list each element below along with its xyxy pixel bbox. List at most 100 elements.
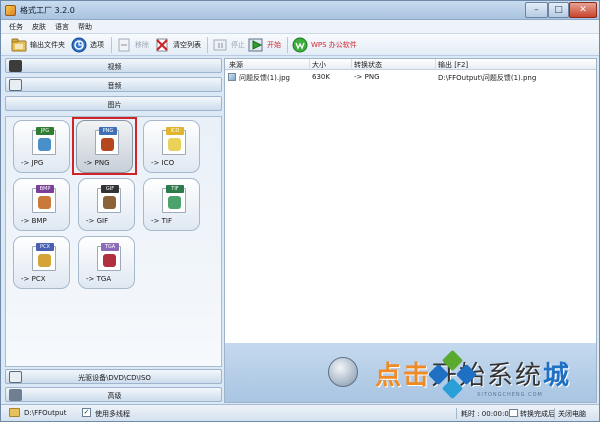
menu-bar: 任务 皮肤 语言 帮助 [1, 20, 599, 34]
format-bmp-label: -> BMP [21, 217, 47, 225]
col-status[interactable]: 转换状态 [354, 60, 382, 70]
wps-label: WPS 办公软件 [311, 41, 357, 49]
format-gif-label: -> GIF [86, 217, 109, 225]
category-audio-label: 音频 [107, 82, 122, 90]
column-divider [435, 59, 436, 70]
title-bar[interactable]: 格式工厂 3.2.0 – □ ✕ [1, 1, 599, 20]
remove-icon [118, 38, 130, 52]
category-rom-label: 光驱设备\DVD\CD\ISO [78, 374, 151, 382]
folder-icon [11, 38, 27, 52]
task-list-panel: 来源 大小 转换状态 输出 [F2] 问题反馈(1).jpg 630K -> P… [224, 58, 597, 403]
wps-office-button[interactable]: WPS 办公软件 [292, 35, 357, 55]
clear-list-button[interactable]: 清空列表 [154, 35, 202, 55]
logo-diamond [455, 363, 478, 386]
category-rom-device[interactable]: 光驱设备\DVD\CD\ISO [5, 369, 222, 384]
gif-file-icon: GIF [97, 185, 121, 213]
menu-task[interactable]: 任务 [9, 22, 23, 32]
close-button[interactable]: ✕ [569, 2, 597, 18]
clear-list-label: 清空列表 [173, 41, 201, 49]
status-separator [554, 408, 555, 419]
watermark-cross-logo-icon [427, 349, 478, 400]
column-divider [351, 59, 352, 70]
category-advanced-label: 高级 [107, 392, 122, 400]
status-bar: D:\FFOutput ✓ 使用多线程 耗时 : 00:00:00 转换完成后 … [1, 404, 599, 421]
column-divider [309, 59, 310, 70]
logo-diamond [441, 349, 464, 372]
pcx-tag: PCX [36, 243, 54, 251]
ico-tag: ICO [166, 127, 184, 135]
ico-file-icon: ICO [162, 127, 186, 155]
options-gear-icon [71, 37, 87, 53]
start-button[interactable]: 开始 [248, 35, 284, 55]
output-folder-button[interactable]: 输出文件夹 [11, 35, 67, 55]
col-output[interactable]: 输出 [F2] [438, 60, 468, 70]
task-row[interactable]: 问题反馈(1).jpg 630K -> PNG D:\FFOutput\问题反馈… [225, 71, 596, 83]
task-size: 630K [312, 73, 330, 81]
task-status: -> PNG [354, 73, 380, 81]
stop-label: 停止 [231, 41, 245, 49]
watermark-part3: 系统 [487, 361, 544, 391]
format-jpg-button[interactable]: JPG -> JPG [13, 120, 70, 173]
after-convert-label: 转换完成后 [520, 410, 555, 418]
disc-logo-icon [328, 357, 358, 387]
image-file-icon [228, 73, 236, 81]
watermark-banner: 点击开始系统城 XITONGCHENG.COM [225, 343, 596, 402]
shutdown-label[interactable]: 关闭电脑 [558, 409, 586, 419]
tga-picture-icon [103, 254, 116, 267]
clear-list-icon [156, 38, 168, 52]
format-tif-button[interactable]: TIF -> TIF [143, 178, 200, 231]
logo-diamond [427, 363, 450, 386]
category-audio[interactable]: 音频 [5, 77, 222, 92]
menu-help[interactable]: 帮助 [78, 22, 92, 32]
bmp-picture-icon [38, 196, 51, 209]
category-advanced[interactable]: 高级 [5, 387, 222, 402]
format-ico-button[interactable]: ICO -> ICO [143, 120, 200, 173]
format-pcx-button[interactable]: PCX -> PCX [13, 236, 70, 289]
window-title: 格式工厂 3.2.0 [20, 6, 75, 15]
category-image[interactable]: 图片 [5, 96, 222, 111]
jpg-picture-icon [38, 138, 51, 151]
output-path: D:\FFOutput [24, 409, 67, 417]
pcx-file-icon: PCX [32, 243, 56, 271]
menu-skin[interactable]: 皮肤 [32, 22, 46, 32]
watermark-part4: 城 [543, 361, 572, 391]
logo-diamond [441, 377, 464, 400]
toolbar: 输出文件夹 选项 移除 清空列表 停止 开始 WPS 办公软件 [1, 34, 599, 56]
app-logo-icon [5, 5, 16, 16]
gif-tag: GIF [101, 185, 119, 193]
category-video-label: 视频 [107, 63, 122, 71]
gif-picture-icon [103, 196, 116, 209]
status-separator [456, 408, 457, 419]
toolbar-separator [207, 37, 208, 53]
jpg-tag: JPG [36, 127, 54, 135]
format-gif-button[interactable]: GIF -> GIF [78, 178, 135, 231]
task-source: 问题反馈(1).jpg [239, 74, 290, 82]
wps-logo-icon [292, 37, 308, 53]
after-convert-checkbox[interactable] [509, 409, 518, 417]
multithread-label: 使用多线程 [95, 410, 130, 418]
start-play-icon [248, 38, 263, 52]
format-ico-label: -> ICO [151, 159, 175, 167]
app-window: 格式工厂 3.2.0 – □ ✕ 任务 皮肤 语言 帮助 输出文件夹 选项 移除… [0, 0, 600, 422]
col-source[interactable]: 来源 [229, 60, 243, 70]
format-pcx-label: -> PCX [21, 275, 46, 283]
options-label: 选项 [90, 41, 104, 49]
remove-button[interactable]: 移除 [116, 35, 150, 55]
stop-button[interactable]: 停止 [212, 35, 245, 55]
options-button[interactable]: 选项 [71, 35, 107, 55]
jpg-file-icon: JPG [32, 127, 56, 155]
minimize-button[interactable]: – [525, 2, 548, 18]
pcx-picture-icon [38, 254, 51, 267]
output-folder-icon[interactable] [9, 408, 20, 417]
format-tga-button[interactable]: TGA -> TGA [78, 236, 135, 289]
menu-language[interactable]: 语言 [55, 22, 69, 32]
elapsed-time: 耗时 : 00:00:00 [461, 410, 514, 418]
category-video[interactable]: 视频 [5, 58, 222, 73]
format-bmp-button[interactable]: BMP -> BMP [13, 178, 70, 231]
ico-picture-icon [168, 138, 181, 151]
maximize-button[interactable]: □ [548, 2, 569, 18]
tga-tag: TGA [101, 243, 119, 251]
col-size[interactable]: 大小 [312, 60, 326, 70]
multithread-checkbox[interactable]: ✓ [82, 408, 91, 417]
format-jpg-label: -> JPG [21, 159, 44, 167]
